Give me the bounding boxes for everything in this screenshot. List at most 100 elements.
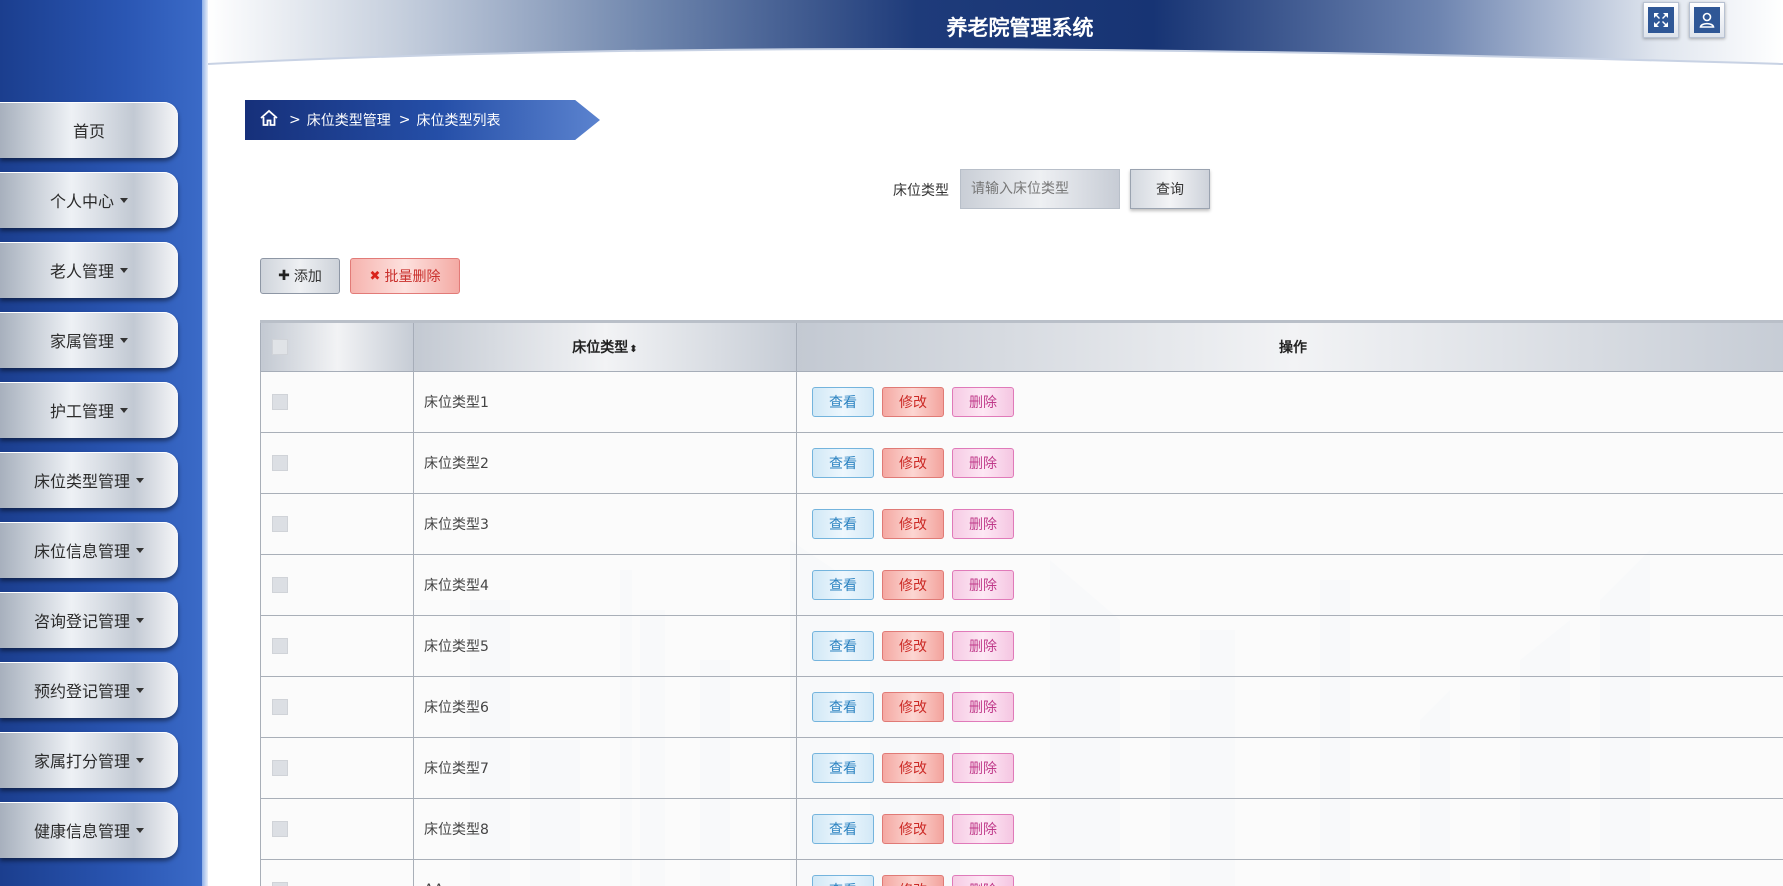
sidebar-item-label: 健康信息管理 <box>33 822 130 841</box>
row-select-cell <box>260 371 414 433</box>
bed-type-column-header[interactable]: 床位类型⬍ <box>413 320 797 372</box>
sidebar-item-4[interactable]: 护工管理 <box>0 382 178 438</box>
search-label: 床位类型 <box>893 183 949 199</box>
operations-column-header: 操作 <box>796 320 1783 372</box>
sort-icon[interactable]: ⬍ <box>629 344 637 355</box>
table-row: 床位类型4 查看 修改 删除 <box>260 554 1783 616</box>
add-button-label: 添加 <box>293 269 322 285</box>
select-all-checkbox[interactable] <box>272 339 288 355</box>
sidebar-item-label: 家属打分管理 <box>33 752 130 771</box>
row-actions-cell: 查看修改删除 <box>796 493 1783 555</box>
bed-type-search-input[interactable] <box>960 169 1120 209</box>
row-checkbox[interactable] <box>272 882 288 886</box>
caret-down-icon <box>120 337 128 343</box>
table-row: 床位类型1 查看 修改 删除 <box>260 371 1783 433</box>
row-select-cell <box>260 615 414 677</box>
bed-type-cell: 床位类型5 <box>413 615 797 677</box>
row-checkbox[interactable] <box>272 455 288 471</box>
sidebar-item-label: 家属管理 <box>49 332 114 351</box>
row-actions-cell: 查看修改删除 <box>796 554 1783 616</box>
plus-icon: ✚ <box>278 268 290 284</box>
delete-button[interactable]: 删除 <box>952 814 1014 844</box>
table-row: 床位类型2 查看 修改 删除 <box>260 432 1783 494</box>
caret-down-icon <box>120 267 128 273</box>
view-button[interactable]: 查看 <box>812 692 874 722</box>
close-icon: ✖ <box>369 268 381 284</box>
delete-button[interactable]: 删除 <box>952 692 1014 722</box>
search-button[interactable]: 查询 <box>1130 169 1210 209</box>
sidebar-item-10[interactable]: 健康信息管理 <box>0 802 178 858</box>
sidebar-item-label: 首页 <box>72 122 105 141</box>
bed-type-cell: AA <box>413 859 797 886</box>
breadcrumb-separator: > <box>289 112 301 128</box>
user-profile-button[interactable] <box>1689 2 1725 38</box>
fullscreen-button[interactable] <box>1643 2 1679 38</box>
delete-button[interactable]: 删除 <box>952 631 1014 661</box>
edit-button[interactable]: 修改 <box>882 814 944 844</box>
row-actions-cell: 查看修改删除 <box>796 615 1783 677</box>
sidebar-item-label: 个人中心 <box>49 192 114 211</box>
sidebar-item-6[interactable]: 床位信息管理 <box>0 522 178 578</box>
row-select-cell <box>260 737 414 799</box>
sidebar-item-3[interactable]: 家属管理 <box>0 312 178 368</box>
row-actions-cell: 查看修改删除 <box>796 798 1783 860</box>
sidebar-item-7[interactable]: 咨询登记管理 <box>0 592 178 648</box>
delete-button[interactable]: 删除 <box>952 448 1014 478</box>
table-row: 床位类型6 查看 修改 删除 <box>260 676 1783 738</box>
edit-button[interactable]: 修改 <box>882 570 944 600</box>
edit-button[interactable]: 修改 <box>882 509 944 539</box>
delete-button[interactable]: 删除 <box>952 753 1014 783</box>
sidebar-item-1[interactable]: 个人中心 <box>0 172 178 228</box>
add-button[interactable]: ✚ 添加 <box>260 258 340 294</box>
edit-button[interactable]: 修改 <box>882 875 944 886</box>
view-button[interactable]: 查看 <box>812 631 874 661</box>
delete-button[interactable]: 删除 <box>952 387 1014 417</box>
view-button[interactable]: 查看 <box>812 387 874 417</box>
edit-button[interactable]: 修改 <box>882 692 944 722</box>
row-checkbox[interactable] <box>272 699 288 715</box>
view-button[interactable]: 查看 <box>812 875 874 886</box>
table-row: 床位类型3 查看 修改 删除 <box>260 493 1783 555</box>
edit-button[interactable]: 修改 <box>882 448 944 478</box>
row-checkbox[interactable] <box>272 577 288 593</box>
delete-button[interactable]: 删除 <box>952 875 1014 886</box>
sidebar-item-0[interactable]: 首页 <box>0 102 178 158</box>
view-button[interactable]: 查看 <box>812 753 874 783</box>
row-checkbox[interactable] <box>272 516 288 532</box>
home-icon[interactable] <box>259 109 279 131</box>
edit-button[interactable]: 修改 <box>882 753 944 783</box>
bulk-delete-button[interactable]: ✖ 批量删除 <box>350 258 460 294</box>
view-button[interactable]: 查看 <box>812 814 874 844</box>
row-select-cell <box>260 432 414 494</box>
row-actions-cell: 查看修改删除 <box>796 859 1783 886</box>
caret-down-icon <box>136 477 144 483</box>
sidebar-item-label: 护工管理 <box>49 402 114 421</box>
edit-button[interactable]: 修改 <box>882 631 944 661</box>
view-button[interactable]: 查看 <box>812 448 874 478</box>
bed-type-column-label: 床位类型 <box>572 340 629 356</box>
sidebar-item-5[interactable]: 床位类型管理 <box>0 452 178 508</box>
header-wave-decoration <box>208 48 1783 84</box>
row-checkbox[interactable] <box>272 394 288 410</box>
row-checkbox[interactable] <box>272 638 288 654</box>
sidebar-item-2[interactable]: 老人管理 <box>0 242 178 298</box>
edit-button[interactable]: 修改 <box>882 387 944 417</box>
delete-button[interactable]: 删除 <box>952 509 1014 539</box>
bulk-delete-label: 批量删除 <box>384 269 441 285</box>
view-button[interactable]: 查看 <box>812 570 874 600</box>
row-checkbox[interactable] <box>272 760 288 776</box>
breadcrumb-separator: > <box>398 112 411 128</box>
breadcrumb-bed-type-list: 床位类型列表 <box>416 113 501 129</box>
select-all-header <box>260 320 414 372</box>
sidebar-item-label: 咨询登记管理 <box>33 612 130 631</box>
caret-down-icon <box>120 407 128 413</box>
sidebar-item-8[interactable]: 预约登记管理 <box>0 662 178 718</box>
sidebar-item-9[interactable]: 家属打分管理 <box>0 732 178 788</box>
sidebar: 首页个人中心老人管理家属管理护工管理床位类型管理床位信息管理 咨询登记管理预约登记… <box>0 0 208 886</box>
breadcrumb-bed-type-management[interactable]: 床位类型管理 <box>307 110 391 130</box>
view-button[interactable]: 查看 <box>812 509 874 539</box>
delete-button[interactable]: 删除 <box>952 570 1014 600</box>
row-checkbox[interactable] <box>272 821 288 837</box>
table-row: AA查看修改删除 <box>260 859 1783 886</box>
sidebar-item-label: 床位信息管理 <box>33 542 130 561</box>
